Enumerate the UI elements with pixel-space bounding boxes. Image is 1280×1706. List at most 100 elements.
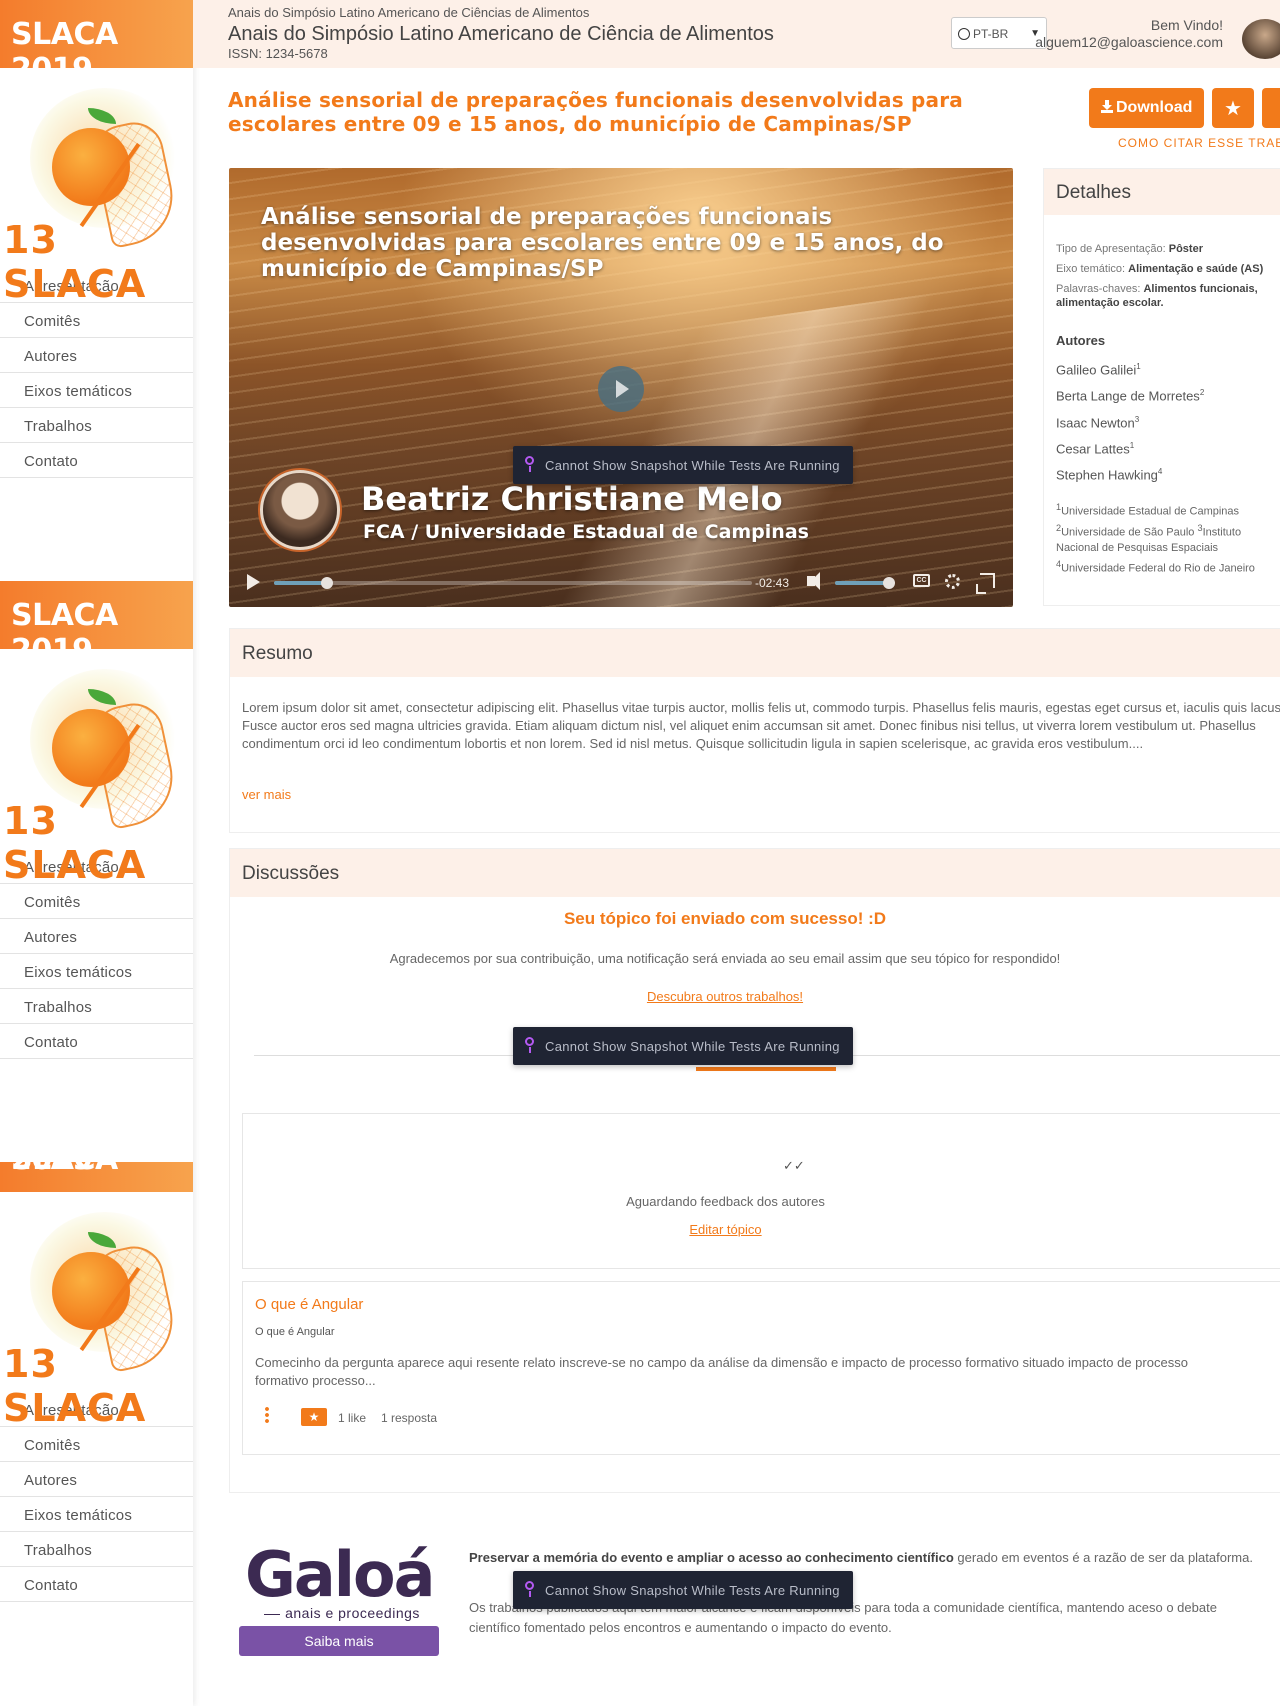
event-logo[interactable]: 13 SLACA: [0, 649, 193, 887]
event-logo[interactable]: 13 SLACA: [0, 68, 193, 306]
sidebar-item-comites[interactable]: Comitês: [0, 884, 193, 919]
user-greeting[interactable]: Bem Vindo! alguem12@galoascience.com: [1035, 17, 1223, 51]
video-controls: -02:43 CC: [229, 559, 1013, 607]
sidebar-item-comites[interactable]: Comitês: [0, 303, 193, 338]
language-select[interactable]: PT-BR ▼: [951, 17, 1047, 49]
download-button[interactable]: Download: [1089, 88, 1204, 128]
awaiting-feedback-box: ✓✓ Aguardando feedback dos autores Edita…: [242, 1113, 1280, 1269]
discussions-card: Discussões Seu tópico foi enviado com su…: [229, 848, 1280, 1493]
favorite-button[interactable]: ★: [1212, 88, 1254, 128]
star-icon: ★: [1224, 98, 1242, 120]
institution-name: Universidade Estadual de Campinas: [1061, 505, 1240, 518]
snapshot-notice: Cannot Show Snapshot While Tests Are Run…: [513, 1571, 853, 1609]
learn-more-button[interactable]: Saiba mais: [239, 1626, 439, 1656]
read-more-link[interactable]: ver mais: [242, 787, 291, 802]
sidebar-item-trabalhos[interactable]: Trabalhos: [0, 989, 193, 1024]
sidebar-item-eixos[interactable]: Eixos temáticos: [0, 373, 193, 408]
event-logo[interactable]: 13 SLACA: [0, 1192, 193, 1430]
institution-item: 4Universidade Federal do Rio de Janeiro: [1056, 556, 1280, 577]
event-label[interactable]: SLACA 2019: [0, 581, 193, 649]
author-item[interactable]: Stephen Hawking4: [1056, 460, 1204, 486]
time-remaining: -02:43: [755, 576, 790, 590]
sidebar-item-comites[interactable]: Comitês: [0, 1427, 193, 1462]
snapshot-notice-text: Cannot Show Snapshot While Tests Are Run…: [545, 458, 840, 473]
sidebar-item-eixos[interactable]: Eixos temáticos: [0, 1497, 193, 1532]
accent-bar[interactable]: [696, 1067, 836, 1071]
details-card: Detalhes Tipo de Apresentação: Pôster Ei…: [1043, 168, 1280, 606]
play-button[interactable]: [247, 574, 260, 590]
author-item[interactable]: Galileo Galilei1: [1056, 355, 1204, 381]
video-title: Análise sensorial de preparações funcion…: [261, 204, 944, 282]
authors-list: Galileo Galilei1 Berta Lange de Morretes…: [1056, 355, 1204, 487]
snapshot-notice-text: Cannot Show Snapshot While Tests Are Run…: [545, 1039, 840, 1054]
progress-fill: [274, 581, 327, 585]
proceedings-small-title: Anais do Simpósio Latino Americano de Ci…: [228, 5, 590, 20]
galoa-logo[interactable]: Galoá: [245, 1538, 435, 1611]
topic-body: Comecinho da pergunta aparece aqui resen…: [255, 1355, 1188, 1388]
cite-link[interactable]: COMO CITAR ESSE TRABALHO: [1118, 136, 1280, 150]
volume-icon[interactable]: [807, 572, 820, 590]
awaiting-feedback-text: Aguardando feedback dos autores: [626, 1194, 825, 1209]
progress-bar[interactable]: [274, 577, 752, 589]
map-pin-icon: [525, 456, 534, 472]
abstract-text: Lorem ipsum dolor sit amet, consectetur …: [242, 700, 1280, 751]
sidebar-item-eixos[interactable]: Eixos temáticos: [0, 954, 193, 989]
language-value: PT-BR: [973, 27, 1009, 41]
map-pin-icon: [525, 1037, 534, 1053]
presentation-type-label: Tipo de Apresentação:: [1056, 243, 1166, 255]
more-options-icon[interactable]: [265, 1406, 269, 1424]
volume-slider[interactable]: [835, 577, 895, 589]
event-label[interactable]: SLACA 2019: [0, 0, 193, 68]
author-name: Stephen Hawking: [1056, 467, 1158, 483]
author-name: Galileo Galilei: [1056, 362, 1137, 378]
event-label-text: SLACA 2019: [11, 1162, 118, 1177]
authors-heading: Autores: [1056, 333, 1106, 348]
sidebar-item-contato[interactable]: Contato: [0, 443, 193, 478]
play-icon[interactable]: [598, 366, 644, 412]
sidebar-item-contato[interactable]: Contato: [0, 1024, 193, 1059]
reply-count[interactable]: 1 resposta: [381, 1411, 437, 1425]
like-count: 1 like: [338, 1411, 367, 1425]
sidebar: SLACA 2019 13 SLACA Apresentação Comitês…: [0, 0, 193, 1706]
progress-knob[interactable]: [320, 577, 333, 589]
double-check-icon: ✓✓: [783, 1158, 805, 1173]
topic-title[interactable]: O que é Angular: [255, 1296, 363, 1313]
author-item[interactable]: Isaac Newton3: [1056, 408, 1204, 434]
user-email: alguem12@galoascience.com: [1035, 34, 1223, 50]
volume-fill: [835, 581, 889, 585]
sidebar-item-contato[interactable]: Contato: [0, 1567, 193, 1602]
event-label-clipped[interactable]: SLACA 2019: [0, 1162, 193, 1192]
download-icon: [1101, 100, 1113, 113]
snapshot-notice: Cannot Show Snapshot While Tests Are Run…: [513, 1027, 853, 1065]
share-button[interactable]: [1262, 88, 1280, 128]
globe-icon: [958, 28, 970, 40]
sidebar-item-trabalhos[interactable]: Trabalhos: [0, 408, 193, 443]
captions-icon[interactable]: CC: [913, 574, 930, 587]
download-label: Download: [1116, 99, 1193, 116]
axis-value: Alimentação e saúde (AS): [1128, 263, 1264, 275]
sidebar-item-autores[interactable]: Autores: [0, 919, 193, 954]
author-item[interactable]: Berta Lange de Morretes2: [1056, 381, 1204, 407]
video-player[interactable]: Análise sensorial de preparações funcion…: [229, 168, 1013, 607]
success-message: Seu tópico foi enviado com sucesso! :D: [563, 909, 887, 928]
discover-link-text[interactable]: Descubra outros trabalhos!: [647, 989, 803, 1004]
event-logo-text: 13 SLACA: [3, 218, 147, 306]
institution-name: Universidade de São Paulo: [1061, 526, 1195, 539]
edit-topic-text[interactable]: Editar tópico: [689, 1222, 761, 1237]
gear-icon[interactable]: [945, 574, 960, 589]
sidebar-item-autores[interactable]: Autores: [0, 1462, 193, 1497]
sidebar-item-trabalhos[interactable]: Trabalhos: [0, 1532, 193, 1567]
volume-knob[interactable]: [883, 577, 895, 589]
speaker-affiliation: FCA / Universidade Estadual de Campinas: [363, 521, 809, 543]
presentation-type: Pôster: [1168, 243, 1203, 255]
like-button[interactable]: ★: [301, 1408, 327, 1426]
fullscreen-icon[interactable]: [976, 573, 995, 594]
top-bar: Anais do Simpósio Latino Americano de Ci…: [193, 0, 1280, 68]
proceedings-title[interactable]: Anais do Simpósio Latino Americano de Ci…: [228, 23, 774, 46]
discover-link: Descubra outros trabalhos!: [230, 989, 1280, 1004]
sidebar-item-autores[interactable]: Autores: [0, 338, 193, 373]
sidebar-block: SLACA 2019 13 SLACA Apresentação Comitês…: [0, 0, 193, 478]
author-item[interactable]: Cesar Lattes1: [1056, 434, 1204, 460]
author-name: Cesar Lattes: [1056, 441, 1130, 457]
avatar[interactable]: [1242, 19, 1280, 59]
